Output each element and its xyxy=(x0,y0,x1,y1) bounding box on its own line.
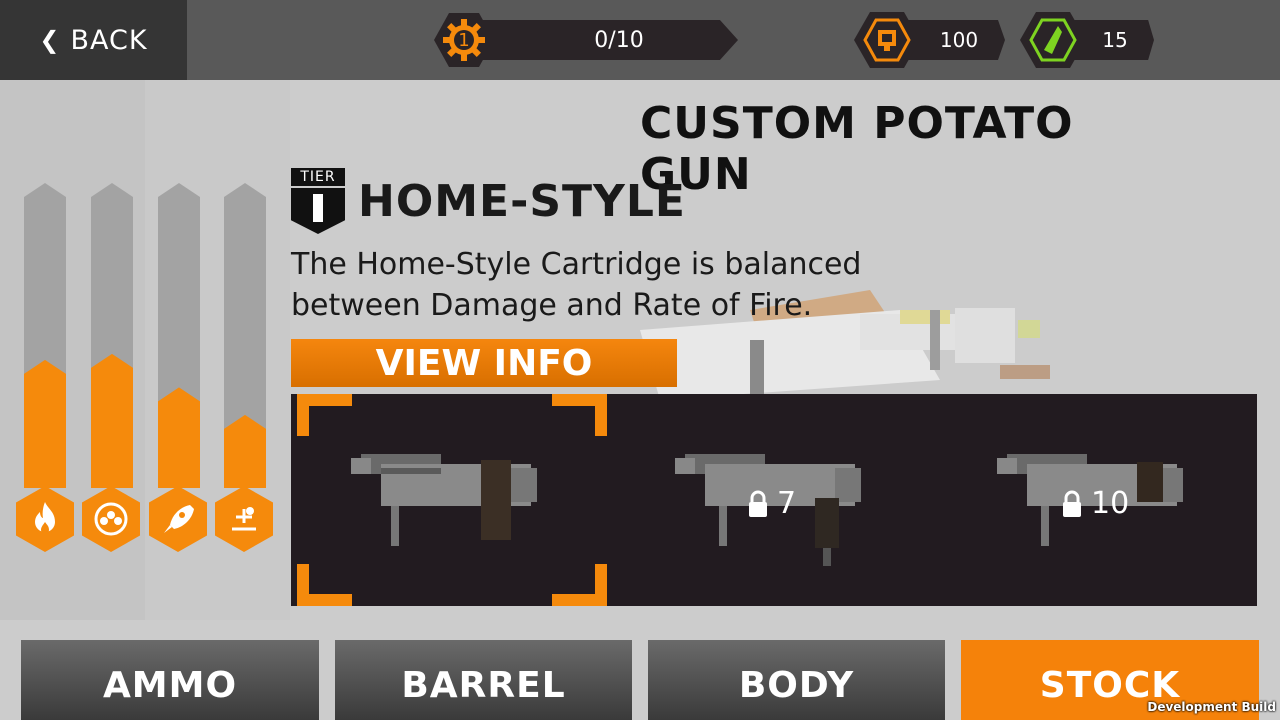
dev-build-label: Development Build xyxy=(1147,700,1276,714)
progress-pill: 0/10 xyxy=(480,20,738,60)
part-slot-3[interactable]: 10 xyxy=(935,394,1257,606)
part-name: HOME-STYLE xyxy=(358,176,686,227)
back-button[interactable]: ❮ BACK xyxy=(0,0,187,80)
stat-bar-speed xyxy=(158,183,200,488)
lock-icon xyxy=(749,490,767,517)
tab-label: AMMO xyxy=(102,664,238,706)
unlock-level: 10 xyxy=(1091,486,1130,521)
back-label: BACK xyxy=(70,24,148,56)
coin-icon xyxy=(854,10,920,70)
tab-ammo[interactable]: AMMO xyxy=(21,640,319,720)
tier-badge: TIER xyxy=(291,168,345,234)
level-number: 1 xyxy=(458,29,470,51)
stat-fill-damage xyxy=(24,359,66,488)
progress-text: 0/10 xyxy=(594,27,644,53)
tab-barrel[interactable]: BARREL xyxy=(335,640,632,720)
gem-icon xyxy=(1020,10,1086,70)
coins-value: 100 xyxy=(939,28,979,52)
tier-one-icon xyxy=(291,188,345,234)
cartridge-gun-icon xyxy=(351,454,537,546)
lock-badge: 10 xyxy=(1061,486,1129,521)
part-description: The Home-Style Cartridge is balanced bet… xyxy=(291,247,862,323)
part-slot-1[interactable] xyxy=(291,394,613,606)
part-slot-2[interactable]: 7 xyxy=(613,394,935,606)
chevron-left-icon: ❮ xyxy=(39,26,61,54)
stat-fill-speed xyxy=(158,387,200,488)
tab-label: BODY xyxy=(738,664,855,706)
stat-bar-ammo xyxy=(91,183,133,488)
selection-corner-bl xyxy=(297,564,352,606)
coins-pill: 100 xyxy=(905,20,1005,60)
gems-value: 15 xyxy=(1102,28,1128,52)
view-info-button[interactable]: VIEW INFO xyxy=(291,339,677,387)
screen-title: CUSTOM POTATO GUN xyxy=(640,98,1074,200)
selection-corner-tl xyxy=(297,394,352,436)
parts-panel: 7 10 xyxy=(291,394,1257,606)
tier-label: TIER xyxy=(291,168,345,186)
tab-label: BARREL xyxy=(401,664,566,706)
selection-corner-br xyxy=(552,564,607,606)
gear-icon: 1 xyxy=(434,10,494,70)
unlock-level: 7 xyxy=(777,486,797,521)
lock-icon xyxy=(1063,490,1081,517)
stat-bar-range xyxy=(224,183,266,488)
selection-corner-tr xyxy=(552,394,607,436)
stat-fill-ammo xyxy=(91,353,133,488)
lock-badge: 7 xyxy=(747,486,796,521)
tab-body[interactable]: BODY xyxy=(648,640,945,720)
stat-bar-damage xyxy=(24,183,66,488)
stat-fill-range xyxy=(224,414,266,488)
